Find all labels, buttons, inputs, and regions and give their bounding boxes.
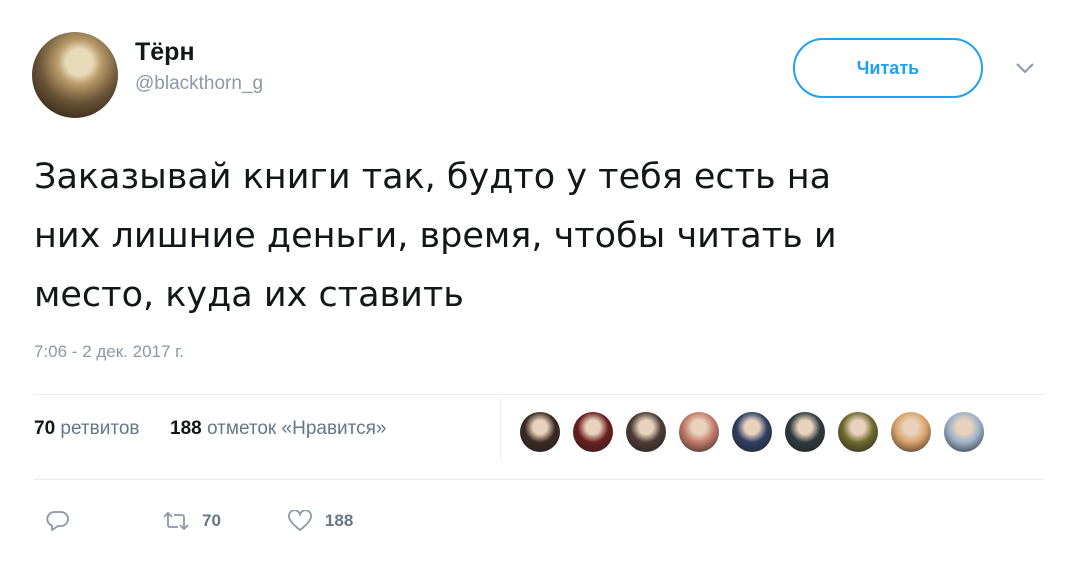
liker-avatar[interactable]	[520, 412, 560, 452]
likers-avatars	[520, 412, 997, 452]
retweets-count[interactable]: 70	[34, 418, 55, 439]
liker-avatar[interactable]	[838, 412, 878, 452]
retweet-count: 70	[202, 511, 221, 530]
avatar[interactable]	[32, 32, 118, 118]
retweet-icon	[163, 511, 189, 531]
retweet-button[interactable]: 70	[162, 511, 221, 531]
like-button[interactable]: 188	[287, 510, 353, 532]
tweet-actions: 70 188	[46, 510, 353, 532]
liker-avatar[interactable]	[679, 412, 719, 452]
liker-avatar[interactable]	[573, 412, 613, 452]
tweet-stats: 70 ретвитов 188 отметок «Нравится»	[34, 418, 387, 440]
tweet-line: место, куда их ставить	[34, 275, 464, 315]
tweet-line: них лишние деньги, время, чтобы читать и	[34, 216, 837, 256]
liker-avatar[interactable]	[944, 412, 984, 452]
reply-icon	[46, 511, 69, 531]
heart-icon	[288, 510, 312, 531]
likes-label[interactable]: отметок «Нравится»	[207, 418, 386, 439]
tweet-text: Заказывай книги так, будто у тебя есть н…	[34, 148, 1034, 325]
liker-avatar[interactable]	[626, 412, 666, 452]
liker-avatar[interactable]	[732, 412, 772, 452]
retweets-label[interactable]: ретвитов	[60, 418, 139, 439]
likes-count[interactable]: 188	[170, 418, 202, 439]
divider	[34, 479, 1044, 480]
like-count: 188	[324, 511, 354, 530]
author-name[interactable]: Тёрн	[135, 38, 263, 67]
tweet-line: Заказывай книги так, будто у тебя есть н…	[34, 157, 832, 197]
chevron-down-icon[interactable]	[1016, 62, 1034, 74]
divider	[34, 394, 1044, 395]
liker-avatar[interactable]	[785, 412, 825, 452]
follow-button[interactable]: Читать	[793, 38, 983, 98]
tweet-timestamp[interactable]: 7:06 - 2 дек. 2017 г.	[34, 342, 184, 362]
stats-separator	[500, 398, 501, 460]
liker-avatar[interactable]	[891, 412, 931, 452]
author-handle[interactable]: @blackthorn_g	[135, 73, 263, 95]
author-block: Тёрн @blackthorn_g	[135, 38, 263, 95]
reply-button[interactable]	[46, 510, 70, 532]
